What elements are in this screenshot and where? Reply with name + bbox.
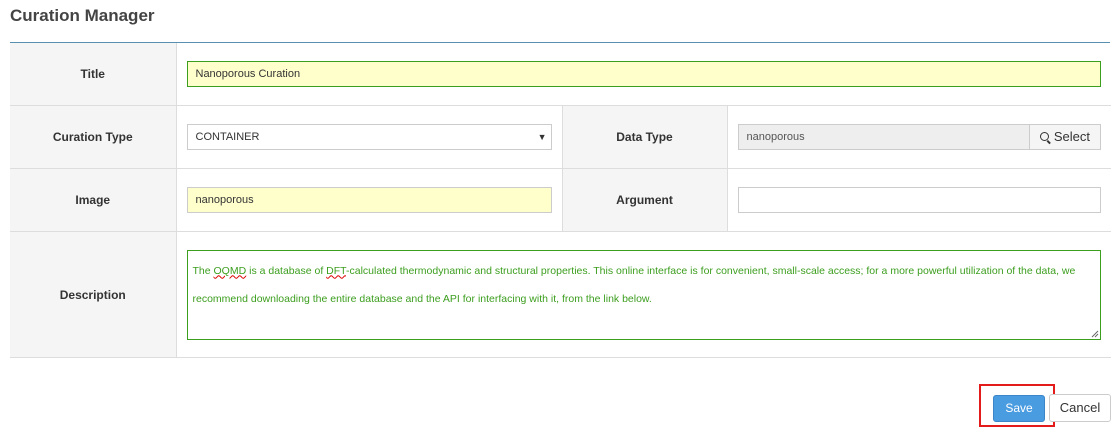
title-label: Title	[10, 43, 177, 106]
search-icon	[1039, 132, 1051, 145]
image-input[interactable]: nanoporous	[186, 187, 552, 213]
cancel-button[interactable]: Cancel	[1049, 394, 1111, 422]
title-input[interactable]: Nanoporous Curation	[186, 61, 1102, 87]
argument-label: Argument	[561, 168, 728, 232]
data-type-label: Data Type	[561, 105, 728, 169]
description-text-3: DFT	[326, 264, 347, 277]
resize-grip-icon[interactable]	[1091, 330, 1099, 338]
curation-form: Title Nanoporous Curation Curation Type …	[10, 43, 1112, 358]
curation-type-label: Curation Type	[10, 105, 177, 169]
select-button[interactable]: Select	[1028, 124, 1102, 150]
description-textarea[interactable]: The OQMD is a database of DFT-calculated…	[186, 249, 1102, 340]
caret-down-icon: ▼	[537, 132, 547, 142]
curation-type-value: CONTAINER	[195, 131, 260, 143]
description-label: Description	[10, 231, 177, 358]
description-text-2: is a database of	[246, 264, 327, 277]
save-button[interactable]: Save	[993, 395, 1045, 422]
data-type-group: nanoporous Select	[737, 124, 1102, 150]
description-text-0: The	[192, 264, 214, 277]
curation-type-select[interactable]: CONTAINER ▼	[186, 124, 552, 150]
select-button-label: Select	[1053, 129, 1091, 144]
image-label: Image	[10, 168, 177, 232]
page-title: Curation Manager	[10, 6, 155, 25]
argument-input[interactable]	[737, 187, 1102, 213]
description-text-1: OQMD	[213, 264, 247, 277]
data-type-input[interactable]: nanoporous	[737, 124, 1029, 150]
